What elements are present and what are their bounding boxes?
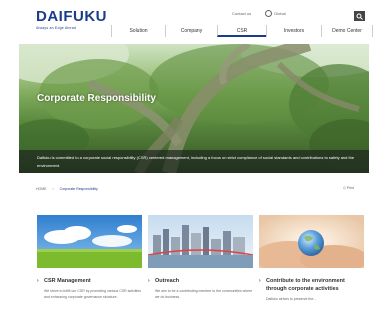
nav-item-investors[interactable]: Investors: [266, 25, 321, 37]
print-link[interactable]: ⎙ Print: [343, 186, 354, 190]
card-title: › Outreach: [148, 278, 180, 284]
print-label: Print: [346, 186, 354, 190]
card-title: › CSR Management: [37, 278, 91, 284]
hero-title: Corporate Responsibility: [37, 93, 156, 104]
hero-description: Daifuku is committed to a corporate soci…: [37, 155, 355, 168]
card-description: We aim to be a contributing member to th…: [155, 289, 253, 299]
card-description: Daifuku strives to preserve the...: [266, 297, 317, 301]
arrow-right-icon: ›: [148, 278, 150, 284]
breadcrumb: HOME › Corporate Responsibility: [36, 187, 98, 191]
breadcrumb-home[interactable]: HOME: [36, 187, 47, 191]
global-link[interactable]: Global: [274, 11, 286, 16]
card-outreach[interactable]: › Outreach We aim to be a contributing me…: [148, 215, 253, 300]
nav-item-company[interactable]: Company: [165, 25, 217, 37]
card-description: We strive to fulfill our CSR by promotin…: [44, 289, 141, 299]
contact-link[interactable]: Contact us: [232, 11, 251, 16]
daifuku-logo[interactable]: DAIFUKU Always an Edge Ahead: [36, 9, 107, 30]
city-skyline-image: [148, 215, 253, 268]
arrow-right-icon: ›: [259, 278, 261, 284]
utility-links: Contact us Global: [232, 9, 286, 18]
search-icon: [356, 13, 363, 20]
hero-banner: Corporate Responsibility Daifuku is comm…: [19, 44, 369, 173]
nav-item-solution[interactable]: Solution: [111, 25, 165, 37]
hands-globe-image: [259, 215, 364, 268]
sky-field-image: [37, 215, 142, 268]
arrow-right-icon: ›: [37, 278, 39, 284]
search-button[interactable]: [354, 11, 365, 21]
globe-icon: [265, 10, 273, 17]
breadcrumb-separator-icon: ›: [52, 187, 54, 191]
card-title: › Contribute to the environment through c…: [259, 278, 345, 292]
card-csr-management[interactable]: › CSR Management We strive to fulfill our…: [37, 215, 142, 300]
logo-tagline: Always an Edge Ahead: [36, 26, 76, 30]
nav-item-demo-center[interactable]: Demo Center: [321, 25, 373, 37]
main-nav: Solution Company CSR Investors Demo Cent…: [111, 25, 373, 37]
nav-item-csr[interactable]: CSR: [217, 25, 266, 37]
card-environment[interactable]: › Contribute to the environment through c…: [259, 215, 364, 302]
breadcrumb-current: Corporate Responsibility: [59, 187, 98, 191]
logo-wordmark: DAIFUKU: [36, 8, 107, 25]
site-header: DAIFUKU Always an Edge Ahead Contact us …: [0, 0, 375, 44]
